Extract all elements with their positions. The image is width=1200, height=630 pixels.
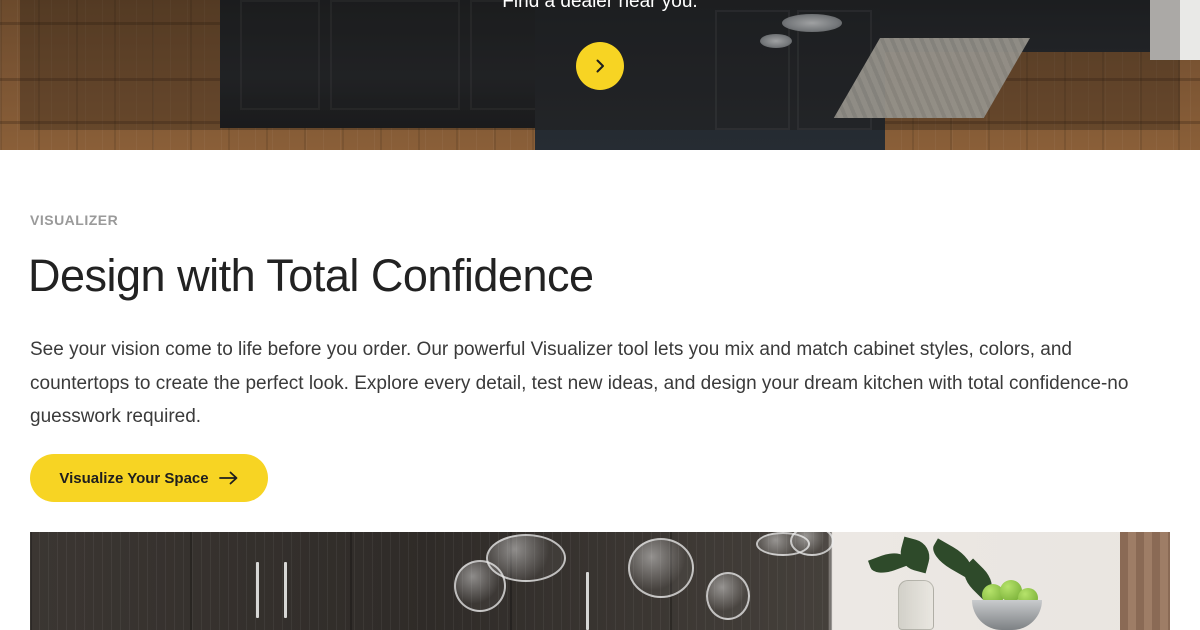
find-dealer-text: Find a dealer near you.	[502, 0, 698, 12]
section-title: Design with Total Confidence	[28, 250, 594, 301]
fruit-bowl-image	[972, 600, 1042, 630]
curtain-image	[1120, 532, 1170, 630]
arrow-right-icon	[218, 471, 238, 485]
pendant-light-image	[628, 538, 694, 598]
vase-image	[898, 580, 934, 630]
cabinet-handle	[256, 562, 259, 618]
section-eyebrow: VISUALIZER	[30, 212, 119, 228]
plant-leaf	[896, 536, 934, 574]
kitchen-visualizer-image	[30, 532, 1170, 630]
pendant-light-image	[486, 534, 566, 582]
cta-label: Visualize Your Space	[59, 469, 209, 487]
section-description: See your vision come to life before you …	[30, 339, 1129, 427]
visualize-your-space-button[interactable]: Visualize Your Space	[30, 454, 268, 502]
find-dealer-button[interactable]	[576, 42, 624, 90]
cabinet-handle	[284, 562, 287, 618]
chevron-right-icon	[596, 59, 604, 73]
dealer-hero: Find a dealer near you.	[0, 0, 1200, 150]
cabinet-handle	[586, 572, 589, 630]
pendant-light-image	[706, 572, 750, 620]
